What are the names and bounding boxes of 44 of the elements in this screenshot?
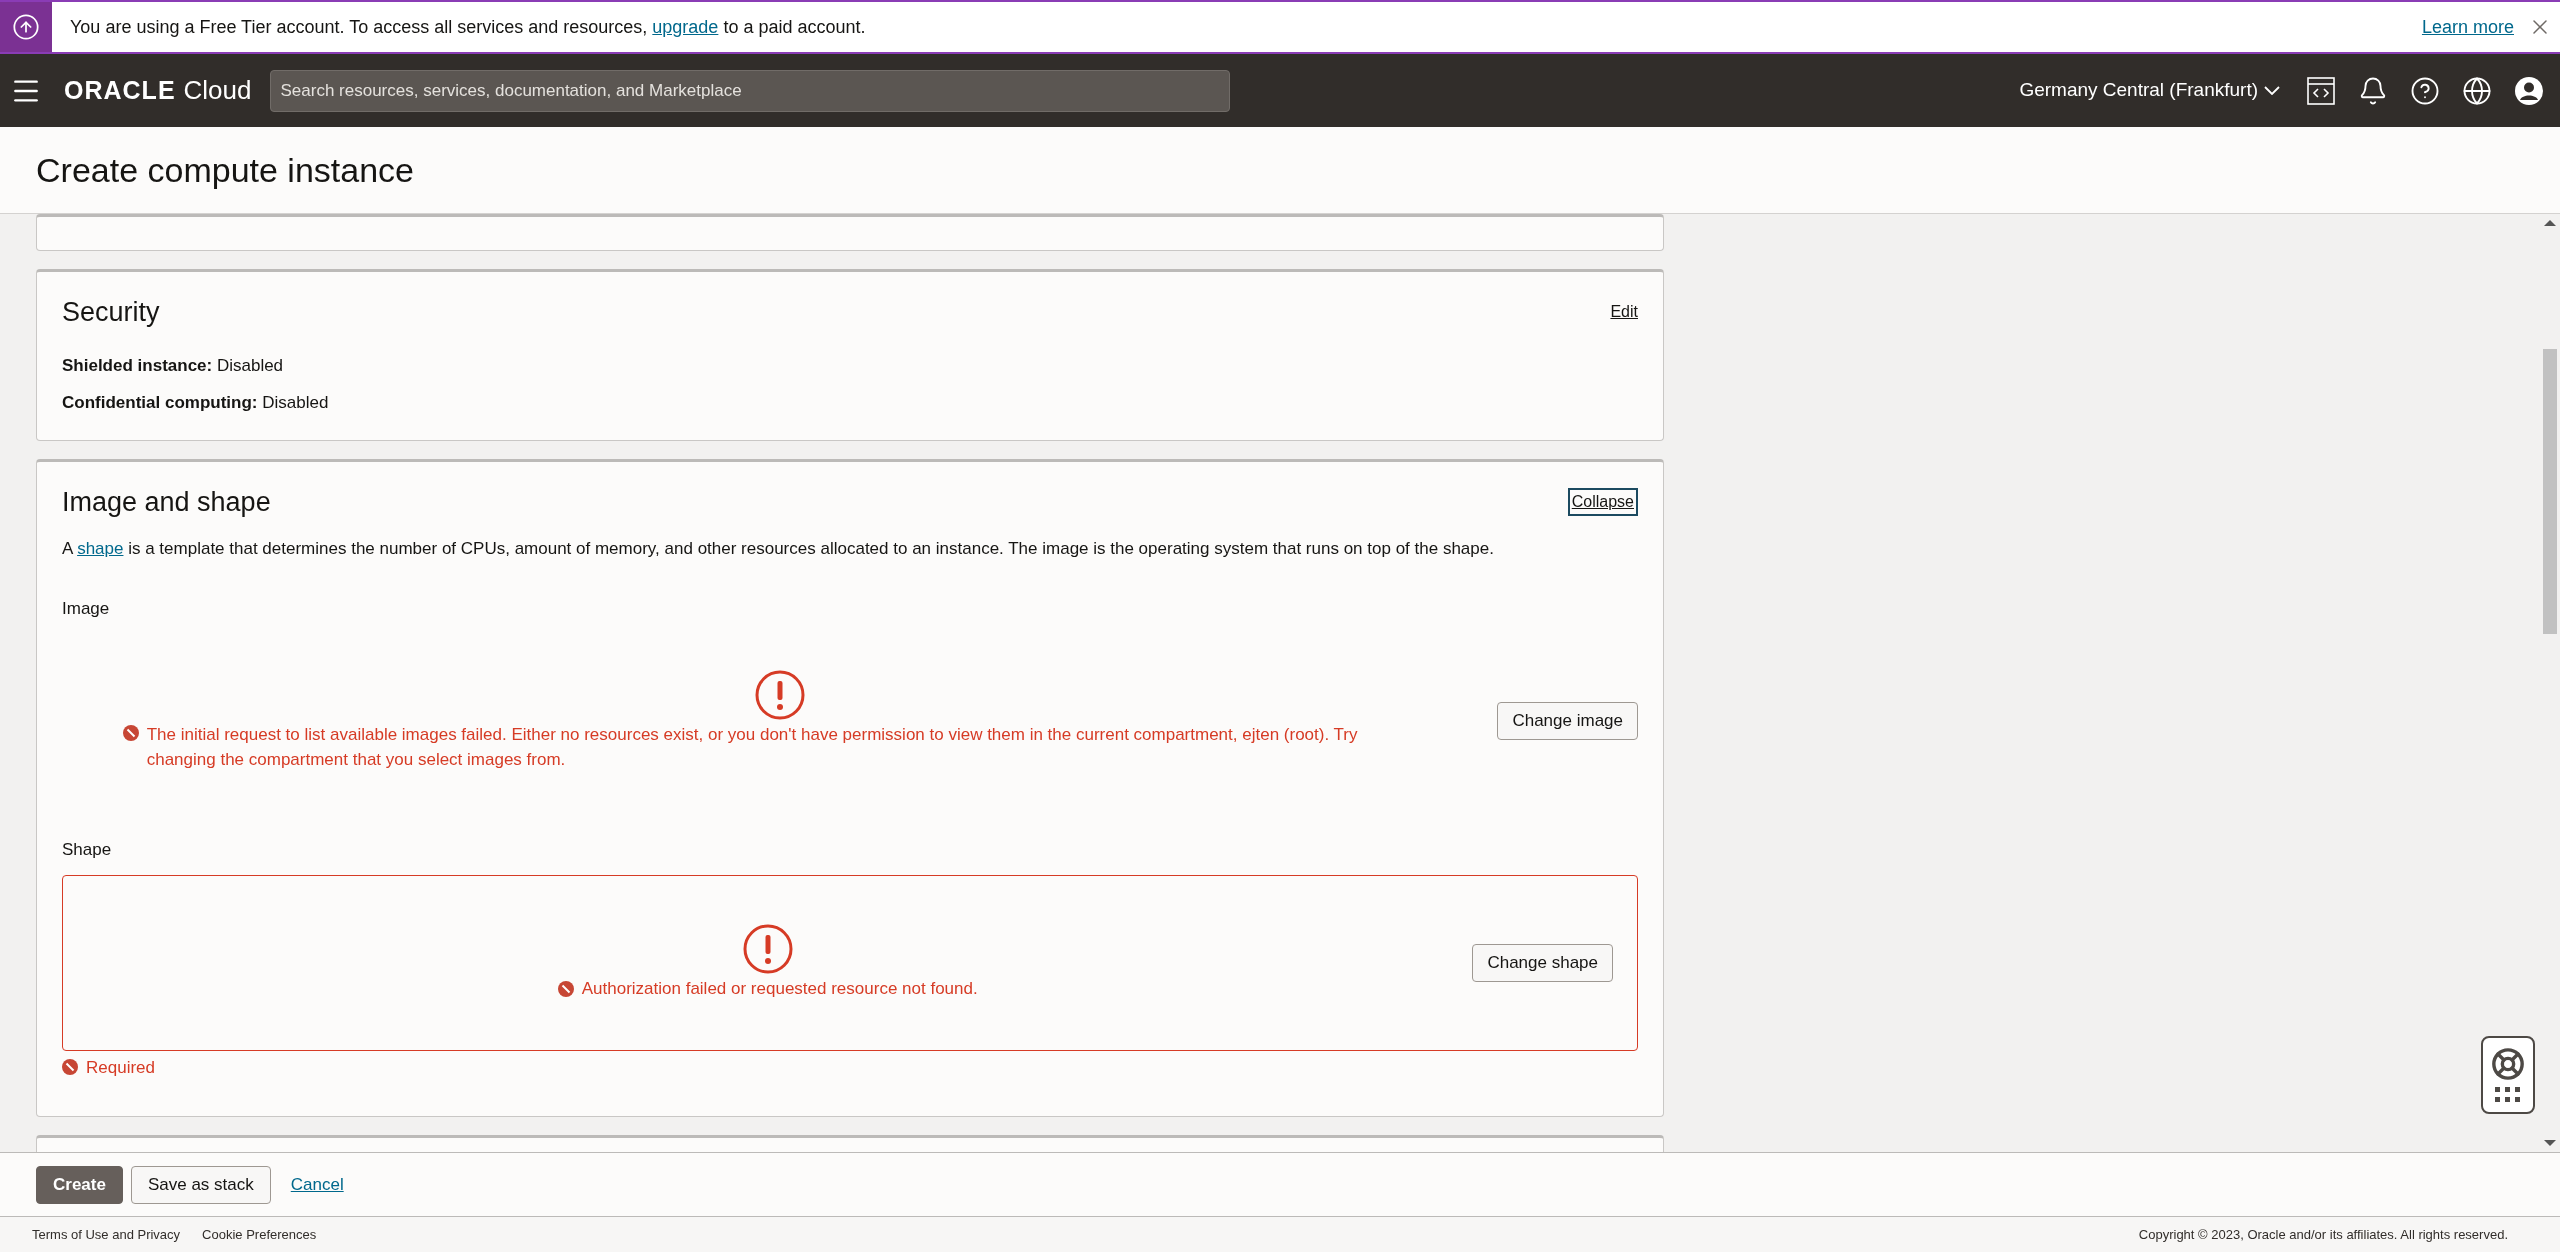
field-label: Image [62,597,111,620]
create-button[interactable]: Create [36,1165,123,1204]
copyright-text: Copyright © 2023, Oracle and/or its affiliates. All rights reserved. [2138,1225,2508,1244]
page-title: Create compute instance [36,149,414,191]
security-setting: Shielded instance: Disabled [62,354,285,377]
field-label: Shape [62,839,113,861]
region-selector[interactable]: Germany Central (Frankfurt) [2019,76,2280,105]
brand-logo[interactable]: ORACLE [64,72,176,110]
notifications-icon[interactable] [2358,75,2388,106]
section-title: Image and shape [62,485,271,519]
cancel-link[interactable]: Cancel [278,1165,356,1204]
alert-icon [754,669,805,720]
security-setting: Confidential computing: Disabled [62,392,330,414]
error-message: Authorization failed or requested resource not found. [581,977,978,1000]
collapse-link[interactable]: Collapse [1567,487,1638,516]
product-name[interactable]: Cloud [183,71,252,110]
change-shape-button[interactable]: Change shape [1472,943,1613,982]
upgrade-link[interactable]: upgrade [652,16,719,37]
change-image-button[interactable]: Change image [1497,702,1638,740]
section-description: A shape is a template that determines the number of CPUs, amount of memory, and other resources allocated to an instance. The image is the operating system that runs on top of the shape. [62,538,1495,560]
error-icon [122,724,139,741]
learn-more-link[interactable]: Learn more [2421,13,2514,41]
grid-icon [2495,1087,2521,1103]
help-icon[interactable] [2410,75,2440,106]
error-message: The initial request to list available images failed. Either no resources exist, or you don't have permission to view them in the current compartment, ejten (root). Try changing the compartment that you select images from. [146,723,1359,771]
arrow-up-icon [12,13,40,41]
alert-icon [742,923,793,974]
footer-link[interactable]: Cookie Preferences [202,1224,317,1245]
lifebuoy-icon [2491,1047,2525,1081]
help-widget[interactable] [2481,1036,2535,1114]
user-avatar-icon[interactable] [2514,75,2544,106]
validation-message: Required [86,1056,155,1079]
footer-link[interactable]: Terms of Use and Privacy [32,1224,181,1245]
banner-message: You are using a Free Tier account. To access all services and resources, upgrade to a paid account. [70,15,866,39]
globe-icon[interactable] [2462,75,2492,106]
shape-link[interactable]: shape [77,539,124,558]
error-icon [62,1059,78,1076]
edit-link[interactable]: Edit [1610,300,1638,325]
section-title: Security [62,296,160,329]
error-icon [557,980,574,997]
search-field[interactable]: Search resources, services, documentation, and Marketplace [269,69,1230,112]
chevron-down-icon [2264,86,2280,95]
code-editor-icon[interactable] [2306,75,2336,106]
save-as-stack-button[interactable]: Save as stack [130,1165,271,1204]
